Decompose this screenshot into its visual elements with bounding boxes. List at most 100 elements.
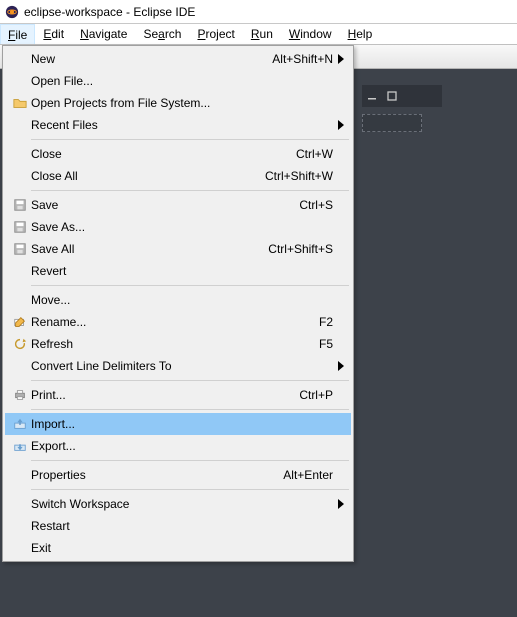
menu-item-shortcut: Ctrl+P [299, 388, 335, 402]
blank-icon [9, 262, 31, 280]
menu-item-label: Exit [31, 541, 333, 555]
menu-item-close[interactable]: CloseCtrl+W [5, 143, 351, 165]
rename-icon [9, 313, 31, 331]
menu-item-recent-files[interactable]: Recent Files [5, 114, 351, 136]
menu-item-rename[interactable]: Rename...F2 [5, 311, 351, 333]
menu-item-move[interactable]: Move... [5, 289, 351, 311]
menu-run[interactable]: Run [243, 24, 281, 44]
menu-item-import[interactable]: Import... [5, 413, 351, 435]
menu-item-label: Move... [31, 293, 333, 307]
refresh-icon [9, 335, 31, 353]
blank-icon [9, 72, 31, 90]
blank-icon [9, 466, 31, 484]
menu-help[interactable]: Help [340, 24, 381, 44]
menu-item-label: Rename... [31, 315, 319, 329]
menu-item-label: Restart [31, 519, 333, 533]
menu-separator [31, 380, 349, 381]
menu-item-shortcut: Ctrl+W [296, 147, 335, 161]
window-title: eclipse-workspace - Eclipse IDE [24, 5, 195, 19]
menu-project[interactable]: Project [189, 24, 242, 44]
menu-item-open-projects[interactable]: Open Projects from File System... [5, 92, 351, 114]
maximize-icon[interactable] [382, 86, 402, 106]
menu-item-label: Properties [31, 468, 283, 482]
save-icon [9, 196, 31, 214]
menu-item-shortcut: Alt+Shift+N [272, 52, 335, 66]
blank-icon [9, 50, 31, 68]
menu-item-shortcut: Ctrl+Shift+W [265, 169, 335, 183]
menu-item-restart[interactable]: Restart [5, 515, 351, 537]
menu-item-label: Print... [31, 388, 299, 402]
menu-item-exit[interactable]: Exit [5, 537, 351, 559]
blank-icon [9, 495, 31, 513]
menu-item-print[interactable]: Print...Ctrl+P [5, 384, 351, 406]
blank-icon [9, 116, 31, 134]
menu-item-shortcut: F5 [319, 337, 335, 351]
menu-separator [31, 139, 349, 140]
menu-item-label: Export... [31, 439, 333, 453]
menu-item-save-all[interactable]: Save AllCtrl+Shift+S [5, 238, 351, 260]
menu-item-save-as[interactable]: Save As... [5, 216, 351, 238]
menu-item-label: Save As... [31, 220, 333, 234]
import-icon [9, 415, 31, 433]
menu-item-label: Save [31, 198, 299, 212]
menu-item-open-file[interactable]: Open File... [5, 70, 351, 92]
menu-item-revert[interactable]: Revert [5, 260, 351, 282]
menu-item-label: Revert [31, 264, 333, 278]
save-all-icon [9, 240, 31, 258]
blank-icon [9, 357, 31, 375]
submenu-arrow-icon [335, 120, 347, 130]
submenu-arrow-icon [335, 361, 347, 371]
menu-item-label: Close [31, 147, 296, 161]
menu-item-refresh[interactable]: RefreshF5 [5, 333, 351, 355]
menu-item-label: Convert Line Delimiters To [31, 359, 333, 373]
blank-icon [9, 539, 31, 557]
submenu-arrow-icon [335, 54, 347, 64]
menu-item-export[interactable]: Export... [5, 435, 351, 457]
blank-icon [9, 167, 31, 185]
menu-item-label: Switch Workspace [31, 497, 333, 511]
menu-separator [31, 190, 349, 191]
file-menu: NewAlt+Shift+N Open File... Open Projects … [2, 45, 354, 562]
minimize-icon[interactable] [362, 86, 382, 106]
folder-icon [9, 94, 31, 112]
menu-file[interactable]: File [0, 24, 35, 44]
print-icon [9, 386, 31, 404]
eclipse-icon [4, 4, 20, 20]
menu-item-label: New [31, 52, 272, 66]
menu-item-label: Close All [31, 169, 265, 183]
submenu-arrow-icon [335, 499, 347, 509]
menu-separator [31, 489, 349, 490]
menu-item-label: Save All [31, 242, 268, 256]
menu-separator [31, 285, 349, 286]
save-as-icon [9, 218, 31, 236]
blank-icon [9, 517, 31, 535]
menu-item-shortcut: Ctrl+Shift+S [268, 242, 335, 256]
menu-edit[interactable]: Edit [35, 24, 72, 44]
blank-icon [9, 291, 31, 309]
menu-item-properties[interactable]: PropertiesAlt+Enter [5, 464, 351, 486]
menu-item-shortcut: F2 [319, 315, 335, 329]
menu-item-convert-delims[interactable]: Convert Line Delimiters To [5, 355, 351, 377]
menu-search[interactable]: Search [135, 24, 189, 44]
menu-item-label: Recent Files [31, 118, 333, 132]
titlebar: eclipse-workspace - Eclipse IDE [0, 0, 517, 24]
menu-item-shortcut: Alt+Enter [283, 468, 335, 482]
menu-separator [31, 409, 349, 410]
menu-item-shortcut: Ctrl+S [299, 198, 335, 212]
blank-icon [9, 145, 31, 163]
editor-placeholder [362, 114, 422, 132]
menu-item-switch-ws[interactable]: Switch Workspace [5, 493, 351, 515]
menu-item-close-all[interactable]: Close AllCtrl+Shift+W [5, 165, 351, 187]
menu-window[interactable]: Window [281, 24, 340, 44]
menubar: FileEditNavigateSearchProjectRunWindowHe… [0, 24, 517, 45]
menu-separator [31, 460, 349, 461]
export-icon [9, 437, 31, 455]
menu-item-label: Open Projects from File System... [31, 96, 333, 110]
menu-item-label: Open File... [31, 74, 333, 88]
menu-item-label: Import... [31, 417, 333, 431]
editor-tabbar [362, 85, 442, 107]
menu-item-save[interactable]: SaveCtrl+S [5, 194, 351, 216]
menu-item-label: Refresh [31, 337, 319, 351]
menu-item-new[interactable]: NewAlt+Shift+N [5, 48, 351, 70]
menu-navigate[interactable]: Navigate [72, 24, 135, 44]
